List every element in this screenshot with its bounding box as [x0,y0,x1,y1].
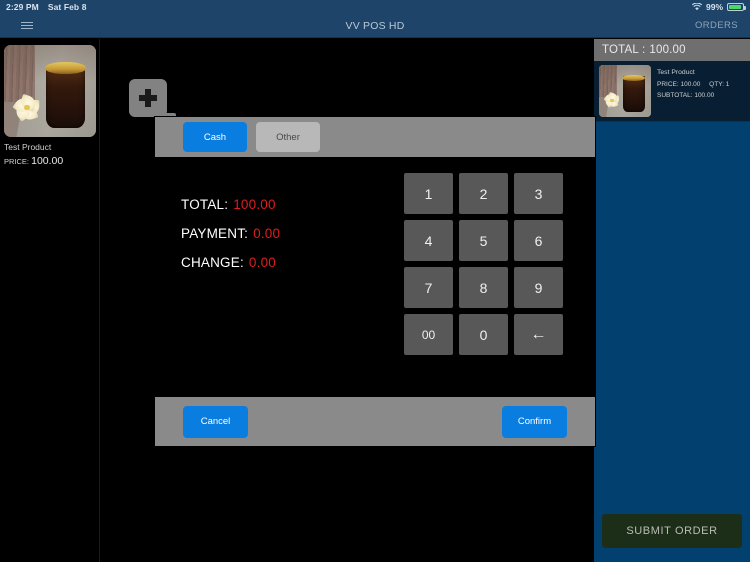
product-image [4,45,96,137]
key-0[interactable]: 0 [459,314,508,355]
battery-percent: 99% [705,2,723,12]
summary-change-label: CHANGE: [181,255,244,270]
summary-change-row: CHANGE: 0.00 [181,255,400,270]
order-item-price-qty: PRICE: 100.00 QTY: 1 [657,79,736,90]
backspace-arrow-icon[interactable]: ← [514,314,563,355]
summary-change-value: 0.00 [248,255,276,270]
key-4[interactable]: 4 [404,220,453,261]
key-double-zero[interactable]: 00 [404,314,453,355]
page-title: VV POS HD [345,19,405,32]
tab-other[interactable]: Other [256,122,320,152]
key-3[interactable]: 3 [514,173,563,214]
payment-summary: TOTAL: 100.00 PAYMENT: 0.00 CHANGE: 0.00 [155,157,400,397]
product-price-value: 100.00 [31,155,64,167]
summary-payment-label: PAYMENT: [181,226,249,241]
summary-payment-value: 0.00 [253,226,281,241]
order-panel: TOTAL : 100.00 Test Product PRICE: 100.0… [594,39,750,562]
battery-icon [727,3,746,11]
submit-order-button[interactable]: SUBMIT ORDER [602,514,742,548]
order-line-item[interactable]: Test Product PRICE: 100.00 QTY: 1 SUBTOT… [594,61,750,122]
key-1[interactable]: 1 [404,173,453,214]
product-name: Test Product [4,142,52,152]
confirm-button[interactable]: Confirm [502,405,567,438]
orders-button[interactable]: ORDERS [695,20,750,31]
payment-method-tabs: Cash Other [155,117,595,157]
payment-dialog-footer: Cancel Confirm [155,397,595,446]
order-item-subtotal: SUBTOTAL: 100.00 [657,92,715,100]
add-product-icon[interactable] [129,79,176,126]
hamburger-menu-icon[interactable] [0,22,44,29]
status-bar: 2:29 PM Sat Feb 8 99% [0,0,750,14]
order-item-qty: QTY: 1 [709,80,730,88]
numeric-keypad: 1 2 3 4 5 6 7 8 9 00 0 ← [404,173,563,397]
wifi-icon [691,3,702,11]
key-5[interactable]: 5 [459,220,508,261]
status-time: 2:29 PM [6,2,39,12]
status-date: Sat Feb 8 [47,2,87,12]
status-bar-right: 99% [691,2,746,12]
product-price-label: PRICE: [4,157,30,166]
payment-dialog: Cash Other TOTAL: 100.00 PAYMENT: 0.00 CHA… [155,117,595,446]
order-item-thumbnail [599,65,651,117]
submit-order-container: SUBMIT ORDER [602,514,742,548]
key-2[interactable]: 2 [459,173,508,214]
product-price: PRICE: 100.00 [4,155,96,167]
summary-payment-row: PAYMENT: 0.00 [181,226,400,241]
key-8[interactable]: 8 [459,267,508,308]
key-6[interactable]: 6 [514,220,563,261]
order-total-amount: 100.00 [649,44,686,56]
order-item-details: Test Product PRICE: 100.00 QTY: 1 SUBTOT… [657,65,736,117]
order-item-price: PRICE: 100.00 [657,80,701,88]
order-item-name: Test Product [657,69,695,76]
key-7[interactable]: 7 [404,267,453,308]
key-9[interactable]: 9 [514,267,563,308]
payment-dialog-body: TOTAL: 100.00 PAYMENT: 0.00 CHANGE: 0.00 1 … [155,157,595,397]
summary-total-label: TOTAL: [181,197,229,212]
summary-total-value: 100.00 [233,197,276,212]
product-card[interactable]: Test Product PRICE: 100.00 [4,45,96,167]
order-total-header: TOTAL : 100.00 [594,39,750,61]
status-bar-left: 2:29 PM Sat Feb 8 [6,2,87,12]
tab-cash[interactable]: Cash [183,122,247,152]
pos-app-screen: 2:29 PM Sat Feb 8 99% VV POS HD ORDERS T… [0,0,750,562]
summary-total-row: TOTAL: 100.00 [181,197,400,212]
order-total-label: TOTAL : [602,44,646,56]
product-catalog-panel: Test Product PRICE: 100.00 [0,39,100,562]
cancel-button[interactable]: Cancel [183,405,248,438]
navigation-bar: VV POS HD ORDERS [0,14,750,38]
